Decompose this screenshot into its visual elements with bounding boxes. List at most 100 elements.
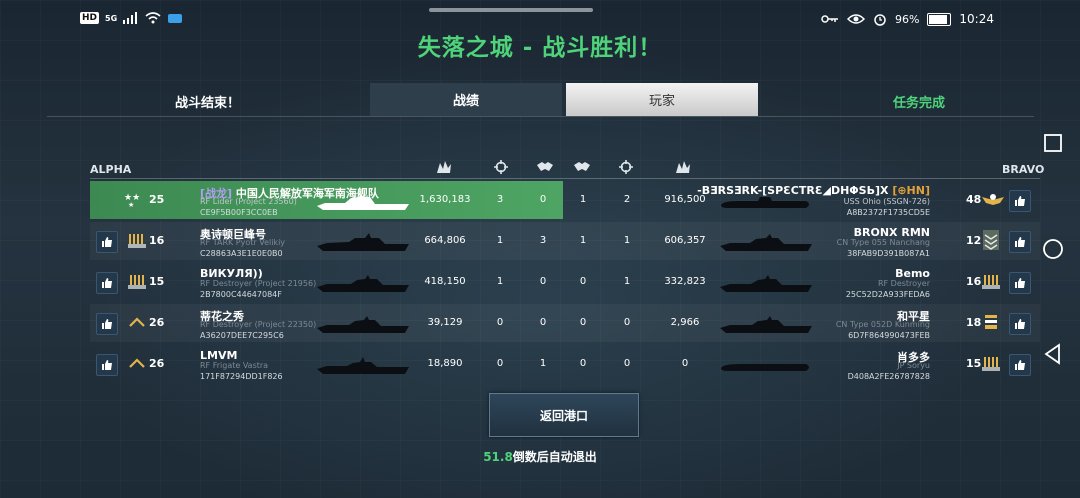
kills-value: 3	[496, 194, 504, 205]
ship-name: RF Lider (Project 23560)	[200, 197, 297, 206]
damage-value: 39,129	[427, 317, 463, 328]
wifi-icon	[145, 12, 161, 24]
thumbs-up-icon	[1015, 237, 1025, 247]
rank-stars-icon: ★★★	[124, 193, 140, 207]
player-id: 171F87294DD1F826	[200, 372, 283, 381]
damage-value: 332,823	[664, 276, 706, 287]
player-rank: 15	[966, 357, 982, 370]
handshake-icon	[574, 162, 590, 171]
like-button[interactable]	[96, 272, 118, 294]
like-button[interactable]	[96, 231, 118, 253]
player-rank: 15	[149, 275, 165, 288]
eye-icon	[846, 14, 865, 24]
like-button[interactable]	[96, 354, 118, 376]
like-button[interactable]	[1009, 231, 1031, 253]
player-id: 38FAB9D391B087A1	[847, 249, 930, 258]
ship-name: RF Destroyer	[877, 279, 930, 288]
kills-value: 0	[623, 317, 631, 328]
assists-value: 3	[539, 235, 547, 246]
kills-value: 0	[496, 358, 504, 369]
table-row[interactable]: 15 ВИКУЛЯ)) RF Destroyer (Project 21956)…	[90, 263, 1040, 301]
table-row[interactable]: 26 LMVM RF Frigate Vastra 171F87294DD1F8…	[90, 345, 1040, 383]
assists-value: 0	[579, 358, 587, 369]
like-button[interactable]	[1009, 190, 1031, 212]
player-id: C28863A3E1E0E0B0	[200, 249, 283, 258]
assists-value: 0	[539, 194, 547, 205]
damage-value: 1,630,183	[419, 194, 471, 205]
back-icon[interactable]	[1041, 342, 1065, 366]
home-icon[interactable]	[1041, 237, 1065, 261]
team-alpha-label: ALPHA	[90, 163, 132, 176]
player-id: A36207DEE7C295C6	[200, 331, 284, 340]
kills-value: 0	[623, 358, 631, 369]
battle-over-label: 战斗结束！	[175, 96, 241, 111]
alarm-icon	[874, 14, 886, 26]
svg-text:★: ★	[128, 201, 134, 207]
ship-silhouette-icon	[317, 233, 409, 251]
rank-bars-icon	[128, 275, 146, 289]
thumbs-up-icon	[102, 237, 112, 247]
player-rank: 16	[966, 275, 982, 288]
table-row[interactable]: 16 奥诗顿巨峰号 RF TARK Pyotr Velikiy C28863A3…	[90, 222, 1040, 260]
battery-icon	[927, 12, 952, 26]
table-row[interactable]: ★★ ★ 25 [战龙] 中国人民解放军海军南海舰队 RF Lider (Proj…	[90, 181, 1040, 219]
rank-bars-icon	[982, 275, 1000, 289]
network-label: 5G	[105, 13, 118, 23]
player-rank: 48	[966, 193, 982, 206]
ship-name: CN Type 055 Nanchang	[836, 238, 930, 247]
rank-bars-icon	[128, 234, 146, 248]
thumbs-up-icon	[1015, 319, 1025, 329]
like-button[interactable]	[1009, 272, 1031, 294]
rank-chevron-icon	[129, 358, 145, 368]
tab-players[interactable]: 玩家	[566, 83, 758, 116]
ship-silhouette-icon	[720, 316, 812, 333]
kills-value: 1	[496, 235, 504, 246]
thumbs-up-icon	[102, 319, 112, 329]
ship-silhouette-icon	[720, 234, 812, 251]
return-to-port-button[interactable]: 返回港口	[489, 393, 639, 437]
assists-value: 0	[579, 276, 587, 287]
ship-silhouette-icon	[317, 275, 409, 292]
ship-silhouette-icon	[317, 357, 409, 374]
hd-badge: HD	[80, 12, 100, 24]
mission-complete-label[interactable]: 任务完成	[893, 92, 945, 111]
ship-name: USS Ohio (SSGN-726)	[843, 197, 930, 206]
divider	[47, 116, 1034, 117]
player-rank: 26	[149, 357, 165, 370]
damage-value: 0	[681, 358, 689, 369]
ship-name: RF Destroyer (Project 21956)	[200, 279, 317, 288]
ship-silhouette-icon	[720, 275, 812, 292]
rank-wings-icon	[982, 194, 1004, 205]
rank-badge-icon	[985, 315, 997, 329]
submarine-silhouette-icon	[721, 364, 809, 371]
player-id: 6D7F864990473FEB	[848, 331, 930, 340]
like-button[interactable]	[96, 313, 118, 335]
kills-value: 1	[496, 276, 504, 287]
rank-bars-icon	[982, 357, 1000, 371]
damage-icon	[437, 161, 451, 173]
rank-chevrons-icon	[983, 230, 999, 250]
countdown-seconds: 51.8	[483, 450, 513, 464]
thumbs-up-icon	[1015, 278, 1025, 288]
thumbs-up-icon	[1015, 360, 1025, 370]
assists-value: 0	[579, 317, 587, 328]
player-id: 25C52D2A933FEDA6	[845, 290, 930, 299]
tab-stats[interactable]: 战绩	[370, 83, 562, 116]
player-rank: 16	[149, 234, 165, 247]
auto-exit-countdown: 51.8倒数后自动退出	[0, 448, 1080, 465]
like-button[interactable]	[1009, 354, 1031, 376]
recent-apps-icon[interactable]	[1041, 131, 1065, 155]
key-icon	[821, 15, 838, 23]
player-rank: 26	[149, 316, 165, 329]
table-row[interactable]: 26 蒂花之秀 RF Destroyer (Project 22350) A36…	[90, 304, 1040, 342]
ship-name: RF TARK Pyotr Velikiy	[200, 238, 286, 247]
like-button[interactable]	[1009, 313, 1031, 335]
ship-silhouette-icon	[317, 316, 409, 333]
assists-value: 0	[539, 317, 547, 328]
damage-value: 664,806	[424, 235, 466, 246]
ship-name: RF Frigate Vastra	[200, 361, 269, 370]
kills-value: 2	[623, 194, 631, 205]
damage-value: 418,150	[424, 276, 466, 287]
assists-value: 0	[539, 276, 547, 287]
thumbs-up-icon	[102, 278, 112, 288]
